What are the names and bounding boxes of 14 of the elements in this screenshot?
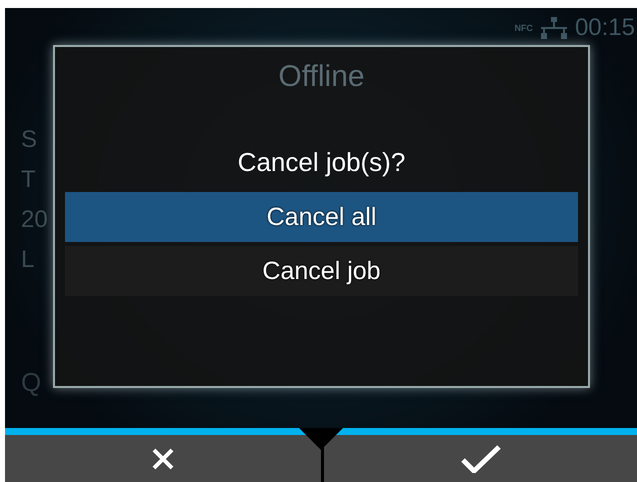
info-text: S [21, 125, 38, 155]
notch-icon [299, 428, 343, 450]
info-text: 20 [21, 205, 48, 235]
clock-time: 00:15 [574, 14, 635, 42]
menu-option[interactable]: Cancel all [65, 192, 578, 242]
checkmark-icon [460, 444, 500, 472]
nfc-label: NFC [514, 23, 533, 33]
menu-option[interactable]: Cancel job [65, 246, 578, 296]
info-text: L [21, 245, 34, 275]
network-icon [540, 17, 567, 39]
info-text: T [21, 165, 36, 195]
dialog-title: Cancel job(s)? [238, 147, 406, 178]
screen-title: Offline [278, 60, 365, 94]
close-icon [152, 448, 174, 470]
